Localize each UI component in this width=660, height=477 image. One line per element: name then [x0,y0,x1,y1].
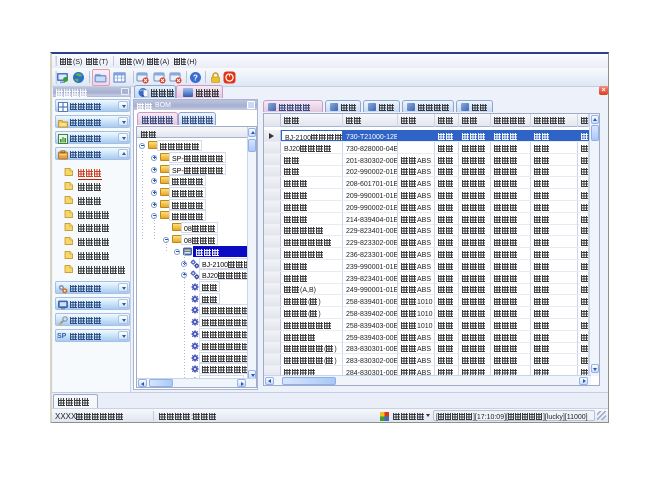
svg-text:?: ? [193,74,198,83]
